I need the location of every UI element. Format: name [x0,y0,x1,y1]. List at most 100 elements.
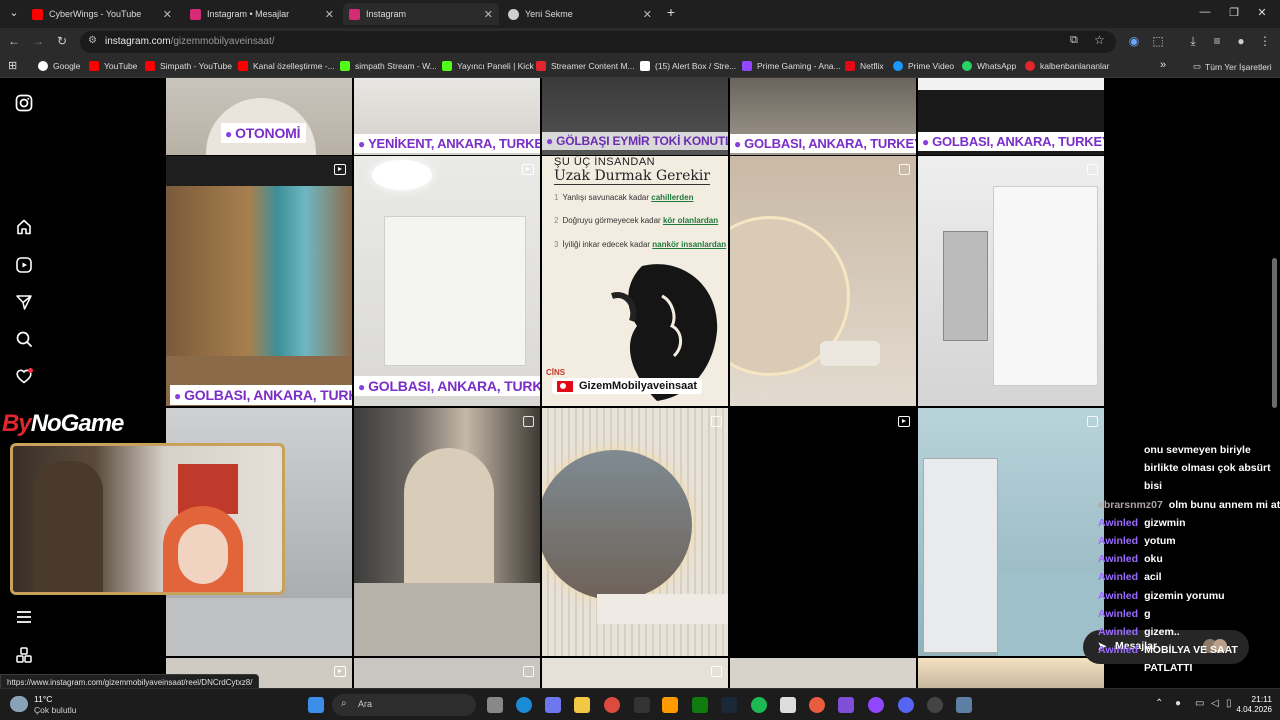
post-tile[interactable] [730,658,916,688]
post-tile[interactable]: ●GOLBASI, ANKARA, TURKEY [918,78,1104,155]
post-tile[interactable]: ●GOLBASI, ANKARA, TURKEY [730,78,916,155]
file-explorer-icon[interactable] [574,697,590,713]
weather-cloud-icon[interactable] [10,696,28,712]
reels-icon[interactable] [14,256,34,276]
bookmark-youtube[interactable]: YouTube [89,61,137,71]
bookmark-star-icon[interactable]: ☆ [1094,33,1105,47]
bookmark-whatsapp[interactable]: WhatsApp [962,61,1016,71]
forward-icon[interactable]: → [30,34,46,48]
clock-time[interactable]: 21:11 [1242,694,1272,704]
bookmark-prime-gaming[interactable]: Prime Gaming - Ana... [742,61,841,71]
app-icon[interactable] [868,697,884,713]
bookmark-alert-box[interactable]: (15) Alert Box / Stre... [640,61,736,71]
tab-instagram[interactable]: Instagram ✕ [343,3,499,25]
post-tile[interactable] [918,658,1104,688]
search-icon[interactable] [14,330,34,350]
url-domain: instagram.com [105,36,171,47]
also-from-meta-icon[interactable] [14,646,34,666]
post-tile[interactable]: ●GOLBASI, ANKARA, TURKEY [354,156,540,406]
steam-icon[interactable] [721,697,737,713]
post-tile[interactable]: ● YENİKENT, ANKARA, TURKEY [354,78,540,155]
volume-icon[interactable]: ◁ [1211,698,1219,709]
audio-icon[interactable]: ◉ [1126,34,1142,48]
page-scrollbar-thumb[interactable] [1272,258,1277,408]
address-bar[interactable]: ⚙ instagram.com/gizemmobilyaveinsaat/ ⧉ … [80,31,1116,53]
tray-chevron-icon[interactable]: ⌃ [1155,698,1163,709]
bookmark-netflix[interactable]: Netflix [845,61,884,71]
tab-search-icon[interactable]: ≡ [1209,34,1225,48]
notifications-heart-icon[interactable] [14,367,34,387]
location-pin-icon: ● [734,137,742,151]
new-tab-button[interactable]: + [661,4,681,20]
post-tile[interactable] [354,408,540,656]
xbox-icon[interactable] [692,697,708,713]
bookmark-simpath-youtube[interactable]: Simpath - YouTube [145,61,232,71]
post-tile[interactable] [730,156,916,406]
app-icon[interactable] [838,697,854,713]
instagram-logo-icon[interactable] [14,94,34,114]
close-icon[interactable]: ✕ [643,8,652,21]
all-bookmarks[interactable]: ▭ Tüm Yer İşaretleri [1193,61,1272,72]
extensions-icon[interactable]: ⬚ [1150,34,1166,48]
bookmark-simpath-stream[interactable]: simpath Stream - W... [340,61,437,71]
more-bookmarks-icon[interactable]: » [1160,59,1166,71]
more-menu-icon[interactable] [14,608,34,628]
post-tile[interactable]: ●GOLBASI, ANKARA, TURKEY [166,156,352,406]
back-icon[interactable]: ← [6,34,22,48]
site-info-icon[interactable]: ⚙ [88,35,97,46]
amazon-icon[interactable] [662,697,678,713]
bookmark-kanal[interactable]: Kanal özelleştirme -... [238,61,335,71]
post-tile[interactable] [918,156,1104,406]
weather-temp[interactable]: 11°C [34,694,52,704]
tab-new-tab[interactable]: Yeni Sekme ✕ [502,3,658,25]
bookmark-google[interactable]: Google [38,61,80,71]
close-icon[interactable]: ✕ [325,8,334,21]
epic-games-icon[interactable] [634,697,650,713]
weather-desc[interactable]: Çok bulutlu [34,705,77,715]
menu-icon[interactable]: ⋮ [1257,34,1273,48]
post-tile[interactable]: ● OTONOMİ [166,78,352,155]
download-icon[interactable]: ⤓ [1185,34,1201,49]
task-view-icon[interactable] [487,697,503,713]
edge-icon[interactable] [516,697,532,713]
discord-icon[interactable] [898,697,914,713]
home-icon[interactable] [14,218,34,238]
reload-icon[interactable]: ↻ [54,34,70,48]
copilot-icon[interactable] [545,697,561,713]
clock-date[interactable]: 4.04.2026 [1230,705,1272,714]
tab-youtube[interactable]: CyberWings - YouTube ✕ [26,3,178,25]
chrome-icon[interactable] [604,697,620,713]
bynogame-logo: ByNoGame [2,410,124,438]
close-icon[interactable]: ✕ [484,8,493,21]
minimize-button[interactable]: — [1195,6,1215,18]
post-tile[interactable] [918,408,1104,656]
tab-search-icon[interactable]: ⌄ [4,6,24,19]
quote-post-tile[interactable]: ŞU ÜÇ İNSANDAN Uzak Durmak Gerekir 1 Yanl… [542,156,728,406]
obs-icon[interactable] [927,697,943,713]
post-tile[interactable]: ●GÖLBAŞI EYMİR TOKİ KONUTLARI [542,78,728,155]
apps-grid-icon[interactable]: ⊞ [8,59,17,72]
spotify-icon[interactable] [751,697,767,713]
settings-icon[interactable] [956,697,972,713]
direct-messages-icon[interactable] [14,293,34,313]
window-close-button[interactable]: ✕ [1252,6,1272,19]
bookmark-kalbenbanlananlar[interactable]: kalbenbanlananlar [1025,61,1109,71]
post-tile[interactable] [730,408,916,656]
post-tile[interactable] [354,658,540,688]
close-icon[interactable]: ✕ [163,8,172,21]
microphone-icon[interactable]: ● [1175,698,1181,709]
post-tile[interactable] [542,408,728,656]
app-icon[interactable] [809,697,825,713]
maximize-button[interactable]: ❐ [1224,6,1244,19]
bookmark-kick-panel[interactable]: Yayıncı Paneli | Kick [442,61,534,71]
post-tile[interactable] [542,658,728,688]
network-icon[interactable]: ▭ [1195,698,1204,709]
taskbar-search[interactable]: ⌕ Ara [332,694,476,716]
bookmark-streamer-content[interactable]: Streamer Content M... [536,61,635,71]
tab-instagram-messages[interactable]: Instagram • Mesajlar ✕ [184,3,340,25]
capcut-icon[interactable] [780,697,796,713]
profile-avatar[interactable]: ● [1233,34,1249,48]
install-app-icon[interactable]: ⧉ [1070,34,1078,47]
bookmark-prime-video[interactable]: Prime Video [893,61,954,71]
start-windows-icon[interactable] [308,697,324,713]
